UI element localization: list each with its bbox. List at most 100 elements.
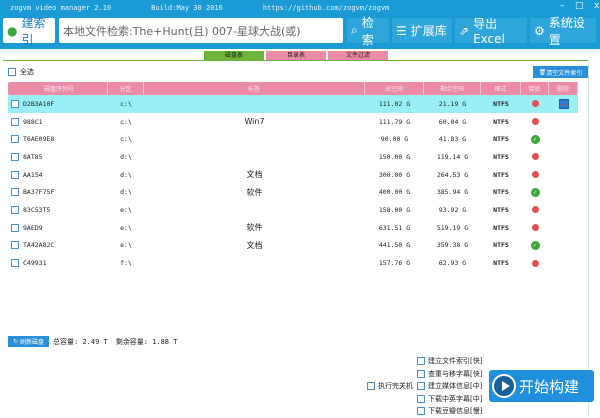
build-index-button[interactable]: ● 建索引 xyxy=(3,16,55,47)
total-space: 111.79 G xyxy=(378,117,411,126)
serial-cell: D2B3A10F xyxy=(8,99,108,108)
total-space: 631.51 G xyxy=(378,223,411,232)
table-row[interactable]: 8AT85 d:\ 150.00 G 119.14 G NTFS xyxy=(8,148,578,166)
table-header: 磁盘序列号 分区 标签 总空间 剩余空间 格式 接驳 删除 xyxy=(8,82,578,95)
serial-cell: TA42A82C xyxy=(8,241,108,250)
total-space: 441.50 G xyxy=(378,241,411,250)
label: Win7 xyxy=(244,117,265,127)
table-row[interactable]: D2B3A10F c:\ 111.02 G 21.19 G NTFS xyxy=(8,95,578,113)
refresh-label: 刷新磁盘 xyxy=(20,339,45,346)
close-button[interactable]: x xyxy=(594,1,599,11)
checkbox[interactable] xyxy=(417,369,425,378)
serial-cell: T6AE09E8 xyxy=(8,135,108,144)
status-cell: ✓ xyxy=(521,187,549,197)
option-dedupe[interactable]: 查重与移字幕[快] xyxy=(417,368,482,381)
total-space: 400.00 G xyxy=(378,188,411,197)
maximize-button[interactable]: □ xyxy=(575,1,584,11)
col-status[interactable]: 接驳 xyxy=(521,82,549,95)
divider xyxy=(3,60,588,61)
export-excel-button[interactable]: ⇗ 导出Excel xyxy=(455,17,527,46)
option-media-info[interactable]: 建立媒体信息[中] xyxy=(417,380,482,393)
extension-button[interactable]: ☰ 扩展库 xyxy=(392,18,452,43)
tab-disks[interactable]: 磁盘表 xyxy=(204,51,264,60)
col-partition[interactable]: 分区 xyxy=(108,82,144,95)
tab-bar: 磁盘表 目录表 文件过滤 xyxy=(204,51,388,60)
checkbox[interactable] xyxy=(417,382,425,391)
free-space: 41.83 G xyxy=(438,135,467,144)
minimize-button[interactable]: – xyxy=(560,1,565,11)
table-row[interactable]: BA37F75F d:\ 软件 400.00 G 385.94 G NTFS ✓ xyxy=(8,183,578,201)
option-label: 下载豆瓣信息[慢] xyxy=(428,407,483,416)
serial: 988C1 xyxy=(23,117,43,126)
export-label: 导出Excel xyxy=(473,17,505,46)
clear-index-button[interactable]: 🗑 清空文件索引 xyxy=(533,66,588,78)
partition: d:\ xyxy=(120,170,132,179)
tab-file-filter[interactable]: 文件过滤 xyxy=(328,51,388,60)
checkbox[interactable] xyxy=(417,394,425,403)
shutdown-option[interactable]: 执行完关机 xyxy=(367,381,413,391)
status-cell xyxy=(521,118,549,126)
serial-cell: C49931 xyxy=(8,259,108,268)
gear-icon: ⚙ xyxy=(534,23,545,38)
table-row[interactable]: C49931 f:\ 157.76 G 62.93 G NTFS xyxy=(8,254,578,272)
serial: 8AT85 xyxy=(23,152,43,161)
refresh-disks-button[interactable]: ↻ 刷新磁盘 xyxy=(8,336,49,347)
search-input[interactable] xyxy=(59,18,343,43)
col-free[interactable]: 剩余空间 xyxy=(424,82,481,95)
serial: 9AED9 xyxy=(23,223,43,232)
search-icon: ⌕ xyxy=(351,23,358,37)
free-space: 21.19 G xyxy=(438,99,467,108)
free-space: 60.04 G xyxy=(438,117,467,126)
partition: c:\ xyxy=(120,99,132,108)
serial-cell: 988C1 xyxy=(8,117,108,126)
col-label[interactable]: 标签 xyxy=(144,82,365,95)
table-row[interactable]: 83C53T5 e:\ 158.00 G 93.92 G NTFS xyxy=(8,201,578,219)
search-button[interactable]: ⌕ 检索 xyxy=(347,16,389,47)
row-checkbox[interactable] xyxy=(11,259,19,268)
row-checkbox[interactable] xyxy=(11,135,19,144)
total-space: 90.00 G xyxy=(380,135,409,144)
row-checkbox[interactable] xyxy=(11,152,19,161)
option-douban[interactable]: 下载豆瓣信息[慢] xyxy=(417,405,482,418)
table-row[interactable]: AA154 d:\ 文档 300.00 G 264.53 G NTFS xyxy=(8,166,578,184)
start-build-button[interactable]: 开始构建 xyxy=(489,370,594,402)
check-icon: ✓ xyxy=(530,187,540,197)
status-cell xyxy=(521,100,549,108)
col-format[interactable]: 格式 xyxy=(481,82,521,95)
option-label: 查重与移字幕[快] xyxy=(428,369,483,378)
row-checkbox[interactable] xyxy=(11,99,19,108)
col-delete[interactable]: 删除 xyxy=(549,82,578,95)
row-checkbox[interactable] xyxy=(11,205,19,214)
row-checkbox[interactable] xyxy=(11,117,19,126)
table-row[interactable]: 988C1 c:\ Win7 111.79 G 60.04 G NTFS xyxy=(8,113,578,131)
checkbox[interactable] xyxy=(367,382,375,390)
row-checkbox[interactable] xyxy=(11,170,19,179)
serial-cell: AA154 xyxy=(8,170,108,179)
option-subtitles[interactable]: 下载中英字幕[中] xyxy=(417,393,482,406)
option-file-index[interactable]: 建立文件索引[快] xyxy=(417,355,482,368)
free-space: 119.14 G xyxy=(436,152,469,161)
col-serial[interactable]: 磁盘序列号 xyxy=(8,82,108,95)
format: NTFS xyxy=(493,152,509,161)
delete-icon[interactable] xyxy=(558,98,569,109)
serial: C49931 xyxy=(23,259,47,268)
table-row[interactable]: T6AE09E8 c:\ 90.00 G 41.83 G NTFS ✓ xyxy=(8,130,578,148)
row-checkbox[interactable] xyxy=(11,223,19,232)
format: NTFS xyxy=(493,241,509,250)
format: NTFS xyxy=(493,188,509,197)
play-icon xyxy=(492,374,516,398)
table-row[interactable]: TA42A82C e:\ 文档 441.50 G 359.38 G NTFS ✓ xyxy=(8,237,578,255)
checkbox[interactable] xyxy=(417,407,425,416)
tab-directories[interactable]: 目录表 xyxy=(266,51,326,60)
table-row[interactable]: 9AED9 e:\ 软件 631.51 G 519.19 G NTFS xyxy=(8,219,578,237)
row-checkbox[interactable] xyxy=(11,241,19,250)
settings-button[interactable]: ⚙ 系统设置 xyxy=(530,16,596,47)
row-checkbox[interactable] xyxy=(11,188,19,197)
serial: 83C53T5 xyxy=(23,205,51,214)
checkbox[interactable] xyxy=(417,357,425,366)
select-all[interactable]: 全选 xyxy=(8,67,34,77)
settings-label: 系统设置 xyxy=(548,15,585,47)
select-all-checkbox[interactable] xyxy=(8,68,16,76)
status-cell xyxy=(521,206,549,214)
col-total[interactable]: 总空间 xyxy=(365,82,424,95)
